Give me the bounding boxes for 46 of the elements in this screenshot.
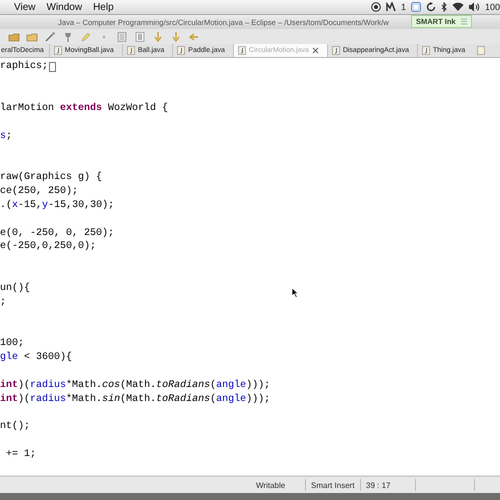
pin-icon[interactable] <box>62 30 74 42</box>
wand-icon[interactable] <box>44 30 56 42</box>
code-line: s; <box>0 130 12 142</box>
java-file-icon[interactable] <box>177 46 186 55</box>
square-icon[interactable] <box>410 2 421 12</box>
java-file-icon[interactable] <box>54 46 62 55</box>
code-line: 100; <box>0 338 24 350</box>
code-line: e(-250,0,250,0); <box>0 241 96 252</box>
code-line: raphics; <box>0 61 48 72</box>
close-icon[interactable] <box>312 47 319 54</box>
grip-icon[interactable] <box>460 18 467 25</box>
code-line: .(x-15,y-15,30,30); <box>0 200 114 211</box>
code-line: nt(); <box>0 421 30 432</box>
sync-icon[interactable] <box>426 2 436 12</box>
status-field: Smart Insert <box>306 479 361 491</box>
code-line: gle < 3600){ <box>0 352 72 364</box>
speaker-icon[interactable] <box>468 2 480 12</box>
battery-percent: 100 <box>484 2 500 12</box>
mouse-pointer-icon[interactable] <box>291 287 299 298</box>
code-line: ce(250, 250); <box>0 186 78 198</box>
menu-item[interactable]: Help <box>93 2 114 12</box>
code-line: int)(radius*Math.sin(Math.toRadians(angle))); <box>0 394 270 405</box>
code-line: e(0, -250, 0, 250); <box>0 228 114 239</box>
arrow-down-icon[interactable] <box>152 30 164 42</box>
code-line: += 1; <box>5 449 36 460</box>
bluetooth-icon[interactable] <box>440 2 447 12</box>
menu-item[interactable]: Window <box>46 2 82 12</box>
code-line: raw(Graphics g) { <box>0 172 102 184</box>
code-line: ; <box>0 296 6 308</box>
arrow-left-icon[interactable] <box>188 30 200 42</box>
menu-item[interactable]: View <box>14 2 36 12</box>
java-file-icon[interactable] <box>477 46 486 55</box>
status-field: 39 : 17 <box>361 479 416 491</box>
arrow-down-icon[interactable] <box>170 30 182 42</box>
java-file-icon[interactable] <box>238 46 246 55</box>
code-line: larMotion extends WozWorld { <box>0 102 168 114</box>
java-file-icon[interactable] <box>422 46 430 55</box>
status-count: 1 <box>400 2 406 12</box>
document-icon[interactable] <box>116 30 128 42</box>
java-file-icon[interactable] <box>332 46 340 55</box>
java-file-icon[interactable] <box>126 46 135 55</box>
status-field: Writable <box>251 479 306 491</box>
code-line: int)(radius*Math.cos(Math.toRadians(angle))); <box>0 380 270 391</box>
wifi-icon[interactable] <box>452 2 464 12</box>
record-icon[interactable] <box>370 2 381 12</box>
code-line: un(){ <box>0 282 30 294</box>
